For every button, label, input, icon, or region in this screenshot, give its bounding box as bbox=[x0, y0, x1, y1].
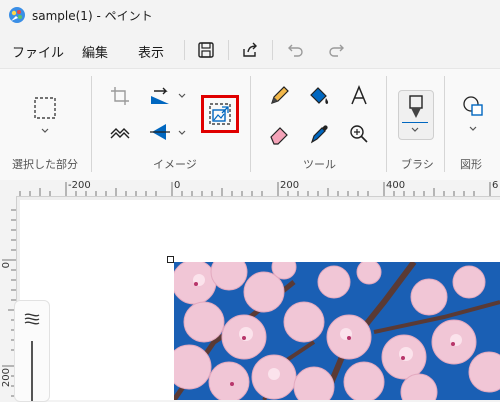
crop-icon[interactable] bbox=[106, 82, 134, 110]
rectangle-select-icon[interactable] bbox=[33, 96, 57, 120]
ribbon-divider bbox=[250, 76, 251, 172]
menu-divider bbox=[184, 40, 185, 60]
canvas-resize-handle[interactable] bbox=[167, 256, 174, 263]
layers-icon[interactable] bbox=[23, 311, 41, 325]
view-menu[interactable]: 表示 bbox=[138, 42, 164, 61]
image-properties-button[interactable] bbox=[201, 95, 239, 133]
brush-button[interactable] bbox=[398, 90, 434, 140]
pencil-icon[interactable] bbox=[265, 82, 293, 110]
file-menu[interactable]: ファイル bbox=[12, 42, 64, 61]
ruler-label: -200 bbox=[68, 180, 91, 191]
image-properties-icon bbox=[209, 103, 231, 125]
ribbon-divider bbox=[386, 76, 387, 172]
redo-icon[interactable] bbox=[326, 40, 346, 60]
menu-divider bbox=[228, 40, 229, 60]
rotate-icon[interactable] bbox=[146, 82, 174, 110]
paint-app-icon bbox=[9, 7, 25, 23]
magnifier-icon[interactable] bbox=[345, 120, 373, 148]
flip-icon[interactable] bbox=[146, 118, 174, 146]
horizontal-ruler: -200 0 200 400 6 bbox=[0, 180, 500, 197]
menu-bar: ファイル 編集 表示 bbox=[0, 32, 500, 68]
fill-bucket-icon[interactable] bbox=[305, 82, 333, 110]
ruler-label: 0 bbox=[1, 262, 12, 269]
chevron-down-icon[interactable] bbox=[40, 126, 50, 136]
chevron-down-icon[interactable] bbox=[177, 128, 187, 138]
chevron-down-icon[interactable] bbox=[410, 125, 420, 135]
ruler-label: 400 bbox=[386, 180, 406, 191]
brush-group-label: ブラシ bbox=[401, 158, 434, 171]
shapes-group-label: 図形 bbox=[460, 158, 482, 171]
ruler-label: 200 bbox=[280, 180, 300, 191]
ribbon-divider bbox=[444, 76, 445, 172]
selection-group-label: 選択した部分 bbox=[12, 158, 78, 171]
zoom-panel bbox=[14, 300, 50, 402]
undo-icon[interactable] bbox=[286, 40, 306, 60]
chevron-down-icon[interactable] bbox=[177, 91, 187, 101]
shapes-icon[interactable] bbox=[459, 92, 487, 120]
ribbon-divider bbox=[91, 76, 92, 172]
photo-content bbox=[174, 262, 500, 400]
eraser-icon[interactable] bbox=[265, 120, 293, 148]
color-picker-icon[interactable] bbox=[305, 120, 333, 148]
cherry-blossom-photo bbox=[174, 262, 500, 400]
window-title: sample(1) - ペイント bbox=[32, 9, 153, 23]
save-icon[interactable] bbox=[196, 40, 216, 60]
image-group-label: イメージ bbox=[153, 158, 197, 171]
chevron-down-icon[interactable] bbox=[468, 124, 478, 134]
menu-divider bbox=[272, 40, 273, 60]
ruler-label: 200 bbox=[1, 368, 12, 388]
text-tool-icon[interactable] bbox=[345, 82, 373, 110]
share-icon[interactable] bbox=[240, 40, 260, 60]
resize-icon[interactable] bbox=[106, 118, 134, 146]
edit-menu[interactable]: 編集 bbox=[82, 42, 108, 61]
brush-icon bbox=[409, 95, 423, 118]
brush-underline bbox=[402, 122, 428, 123]
zoom-slider-track[interactable] bbox=[31, 341, 33, 401]
tools-group-label: ツール bbox=[303, 158, 336, 171]
ruler-label: 0 bbox=[174, 180, 181, 191]
title-bar: sample(1) - ペイント bbox=[0, 0, 500, 32]
ruler-label: 6 bbox=[492, 180, 499, 191]
